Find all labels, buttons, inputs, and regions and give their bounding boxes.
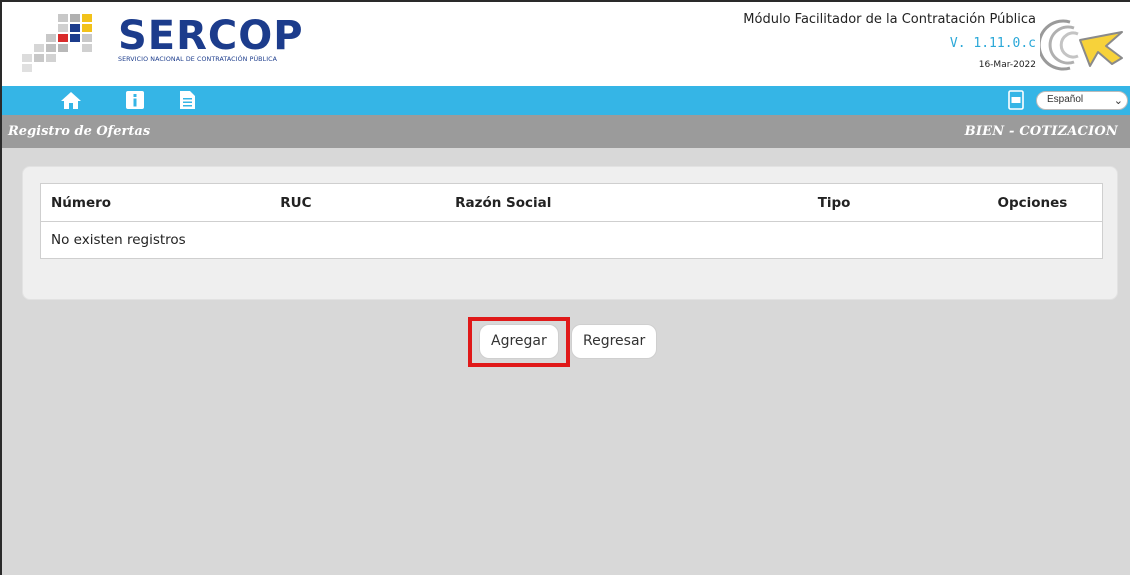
back-button[interactable]: Regresar — [571, 324, 658, 359]
table-header-row: Número RUC Razón Social Tipo Opciones — [40, 183, 1103, 222]
column-ruc: RUC — [270, 183, 446, 222]
offers-panel: Número RUC Razón Social Tipo Opciones No… — [22, 166, 1118, 300]
offers-table: Número RUC Razón Social Tipo Opciones No… — [40, 183, 1103, 259]
info-icon[interactable] — [124, 90, 146, 110]
empty-message: No existen registros — [51, 232, 186, 248]
language-value: Español — [1047, 94, 1084, 105]
app-title: Módulo Facilitador de la Contratación Pú… — [743, 12, 1036, 27]
app-version: V. 1.11.0.c — [949, 36, 1036, 51]
cursor-logo-icon — [1040, 19, 1123, 71]
process-type: BIEN - COTIZACION — [964, 124, 1118, 139]
column-numero: Número — [40, 183, 271, 222]
home-icon[interactable] — [60, 90, 82, 110]
table-row: No existen registros — [41, 222, 1103, 259]
app-date: 16-Mar-2022 — [978, 60, 1036, 70]
content-area: Número RUC Razón Social Tipo Opciones No… — [2, 148, 1130, 575]
navbar: Español ⌄ — [2, 86, 1130, 115]
header: SERCOP SERVICIO NACIONAL DE CONTRATACIÓN… — [2, 2, 1130, 86]
column-tipo: Tipo — [807, 183, 988, 222]
document-icon[interactable] — [176, 90, 198, 110]
app-frame: SERCOP SERVICIO NACIONAL DE CONTRATACIÓN… — [0, 0, 1130, 575]
title-bar: Registro de Ofertas BIEN - COTIZACION — [2, 115, 1130, 148]
logo-text: SERCOP — [118, 13, 304, 59]
chevron-down-icon: ⌄ — [1113, 95, 1123, 107]
sercop-logo: SERCOP SERVICIO NACIONAL DE CONTRATACIÓN… — [22, 12, 304, 76]
add-button[interactable]: Agregar — [479, 324, 559, 359]
logo-subtitle: SERVICIO NACIONAL DE CONTRATACIÓN PÚBLIC… — [118, 56, 278, 63]
logo-mosaic-icon — [22, 14, 92, 72]
pdf-icon[interactable] — [1008, 90, 1024, 110]
language-select[interactable]: Español ⌄ — [1036, 91, 1128, 110]
column-razon-social: Razón Social — [445, 183, 808, 222]
page-title: Registro de Ofertas — [8, 124, 151, 139]
column-opciones: Opciones — [987, 183, 1103, 222]
